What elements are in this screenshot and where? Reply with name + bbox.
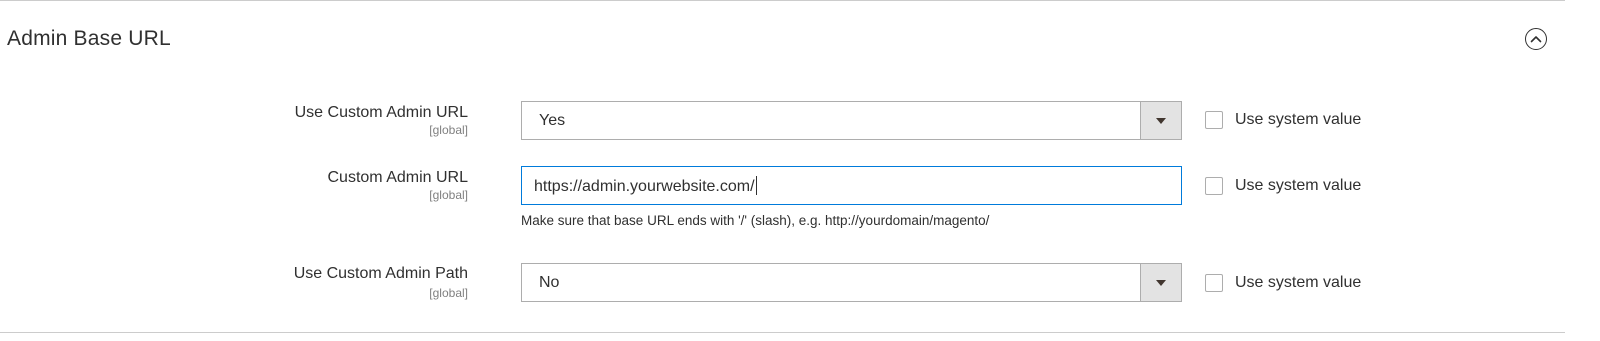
use-system-value-label: Use system value bbox=[1235, 111, 1362, 128]
field-label-use-custom-admin-path: Use Custom Admin Path bbox=[293, 265, 468, 282]
select-arrow-button[interactable] bbox=[1140, 264, 1181, 301]
use-system-value-label: Use system value bbox=[1235, 274, 1362, 291]
select-value: No bbox=[539, 274, 560, 291]
use-system-value-checkbox[interactable] bbox=[1205, 274, 1223, 292]
section-bottom-divider bbox=[0, 332, 1565, 333]
field-label-use-custom-admin-url: Use Custom Admin URL bbox=[294, 104, 468, 121]
use-system-value-label: Use system value bbox=[1235, 177, 1362, 194]
collapse-toggle-button[interactable] bbox=[1525, 28, 1547, 50]
custom-admin-url-input[interactable]: https://admin.yourwebsite.com/ bbox=[521, 166, 1182, 205]
field-scope-custom-admin-url: [global] bbox=[429, 188, 468, 202]
triangle-down-icon bbox=[1156, 279, 1166, 286]
text-cursor bbox=[755, 176, 757, 195]
custom-admin-url-value: https://admin.yourwebsite.com/ bbox=[534, 176, 757, 197]
input-text: https://admin.yourwebsite.com/ bbox=[534, 178, 755, 195]
section-header-admin-base-url[interactable]: Admin Base URL bbox=[0, 1, 1565, 71]
section-title: Admin Base URL bbox=[7, 27, 171, 50]
custom-admin-url-note: Make sure that base URL ends with '/' (s… bbox=[521, 213, 990, 228]
use-system-value-checkbox[interactable] bbox=[1205, 111, 1223, 129]
field-label-custom-admin-url: Custom Admin URL bbox=[327, 169, 469, 186]
use-custom-admin-path-select[interactable]: No bbox=[521, 263, 1182, 302]
field-scope-use-custom-admin-url: [global] bbox=[429, 123, 468, 137]
chevron-up-circle-icon bbox=[1530, 36, 1542, 43]
triangle-down-icon bbox=[1156, 117, 1166, 124]
select-arrow-button[interactable] bbox=[1140, 102, 1181, 139]
select-value: Yes bbox=[539, 112, 566, 129]
field-scope-use-custom-admin-path: [global] bbox=[429, 286, 468, 300]
use-system-value-checkbox[interactable] bbox=[1205, 177, 1223, 195]
use-custom-admin-url-select[interactable]: Yes bbox=[521, 101, 1182, 140]
